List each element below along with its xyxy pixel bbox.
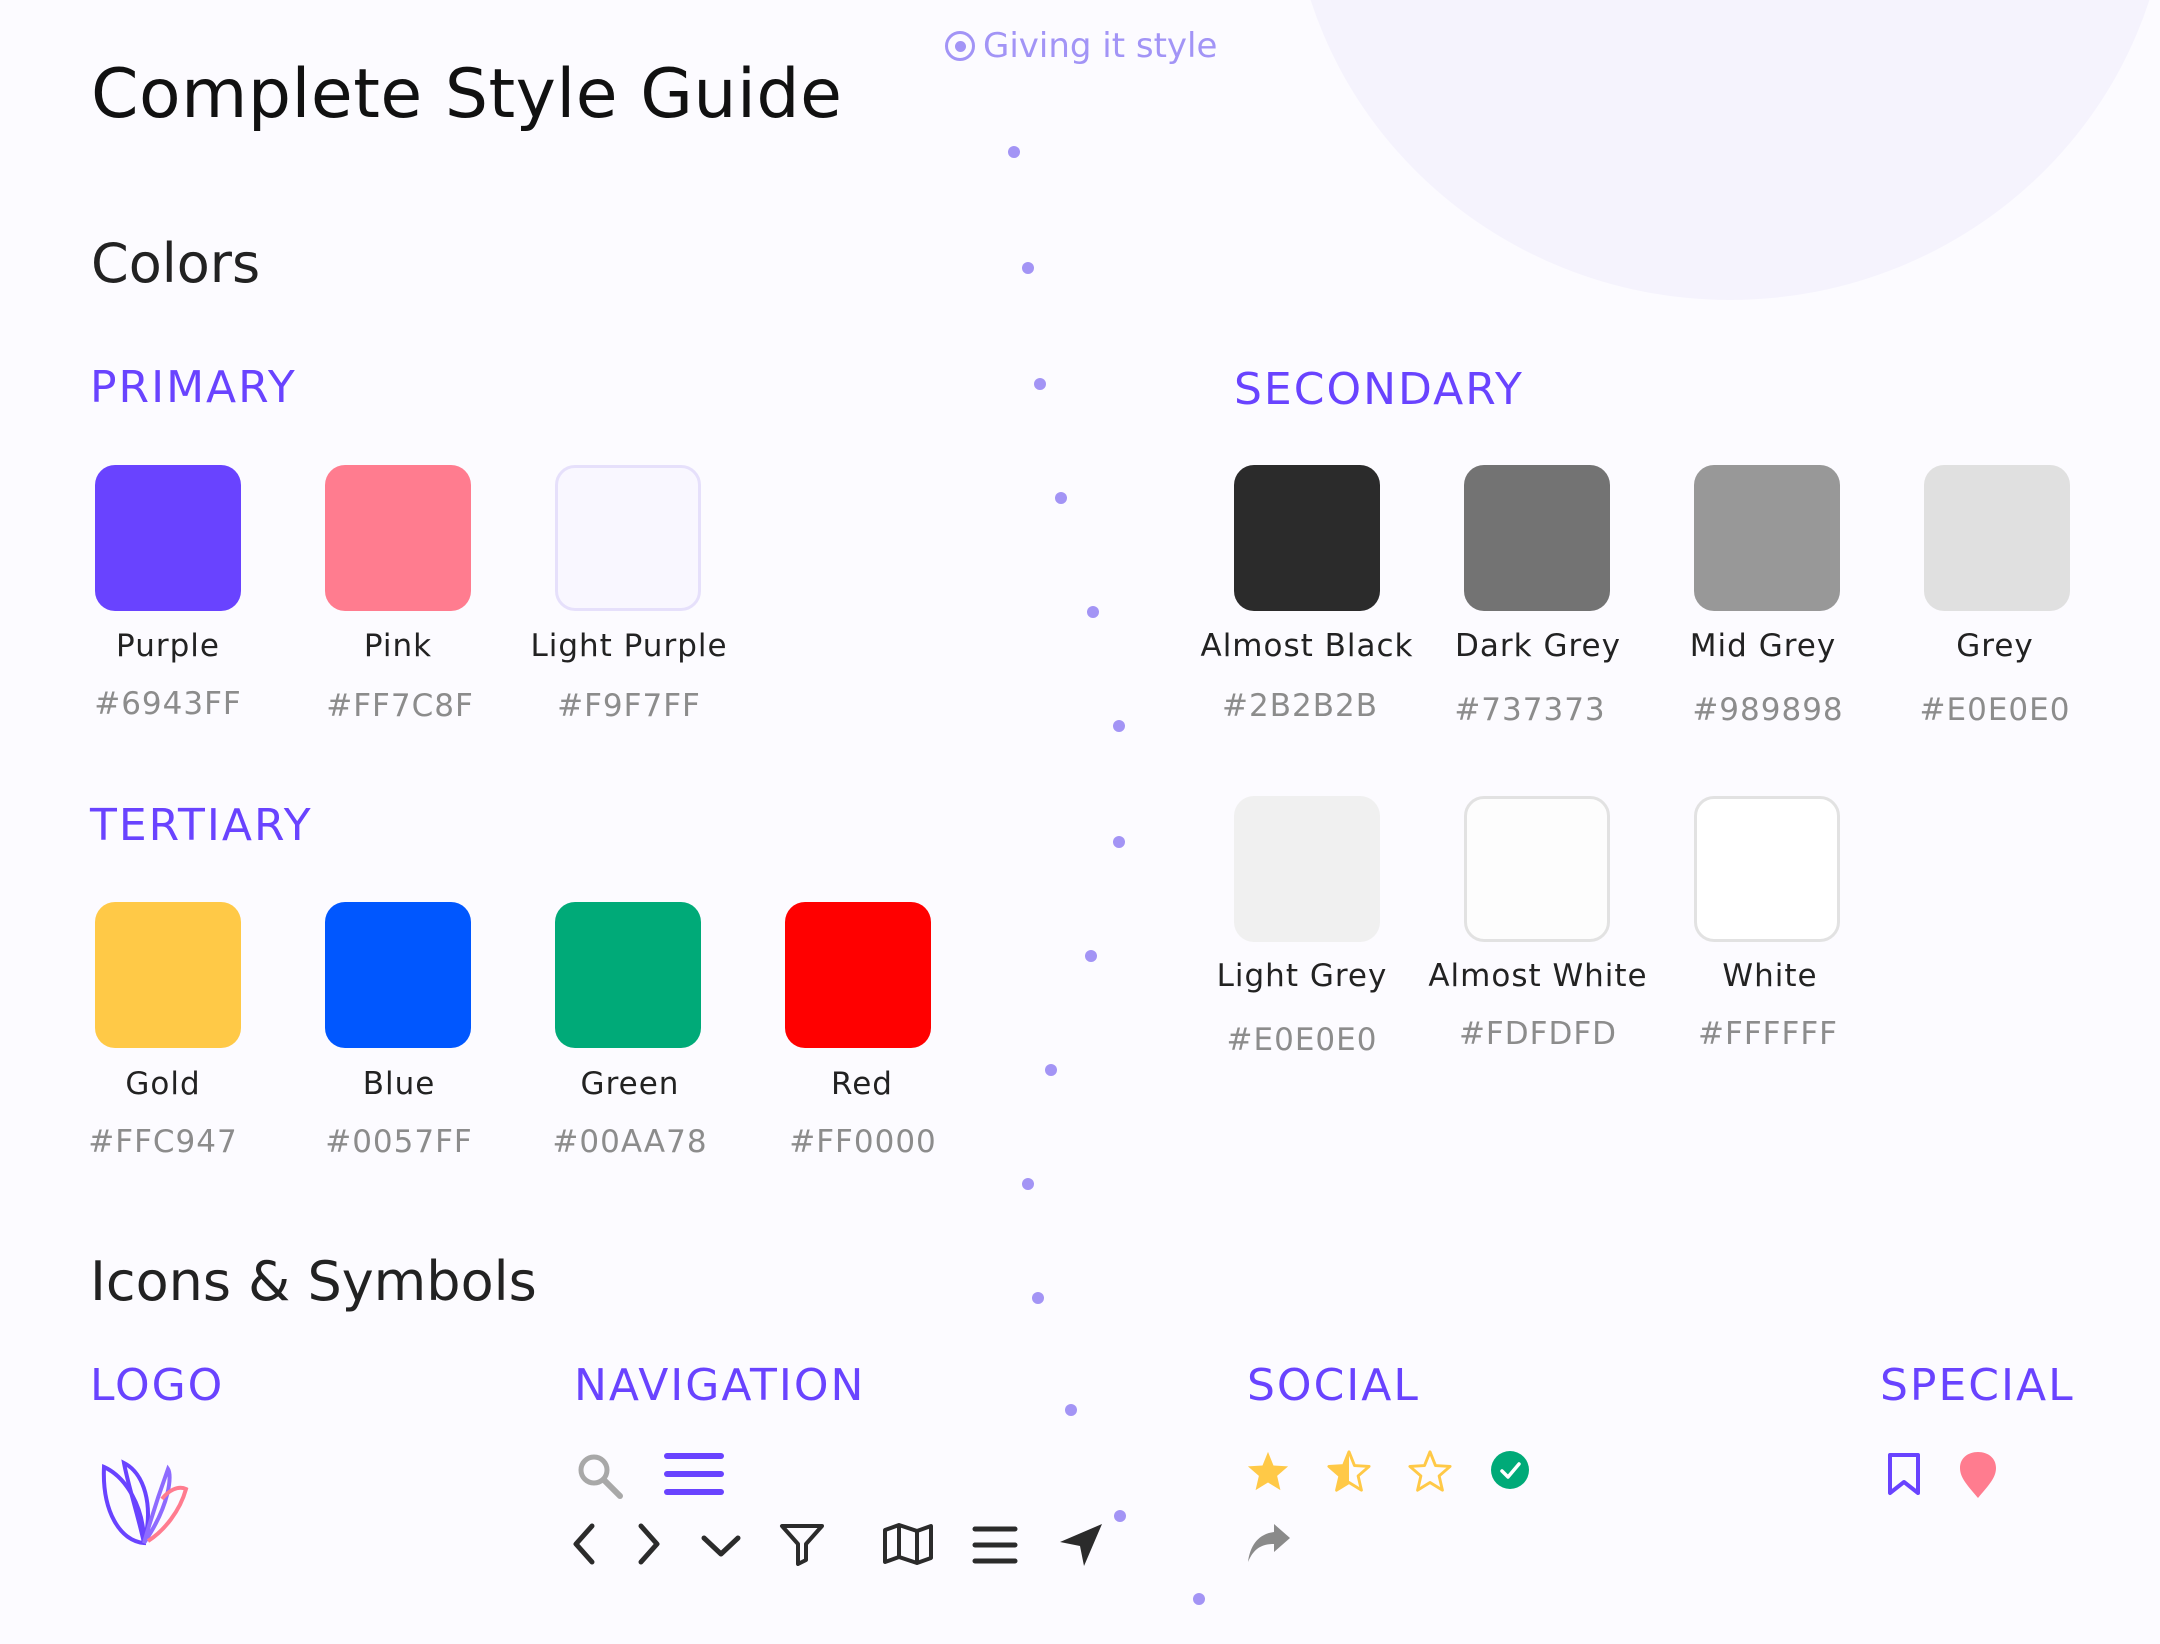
star-filled-icon[interactable] — [1246, 1450, 1290, 1492]
chevron-right-icon[interactable] — [633, 1522, 663, 1566]
timeline-dot — [1087, 606, 1099, 618]
map-icon[interactable] — [882, 1522, 934, 1566]
swatch-hex: #F9F7FF — [557, 688, 701, 724]
swatch-gold — [95, 902, 241, 1048]
swatch-hex: #E0E0E0 — [1919, 692, 2071, 728]
timeline-dot — [1045, 1064, 1057, 1076]
list-icon[interactable] — [972, 1524, 1018, 1566]
swatch-name: Purple — [116, 628, 220, 664]
colors-heading: Colors — [91, 232, 261, 295]
timeline-dot — [1008, 146, 1020, 158]
navigation-heading: NAVIGATION — [574, 1360, 866, 1411]
swatch-name: Red — [831, 1066, 893, 1102]
timeline-dot — [1032, 1292, 1044, 1304]
swatch-hex: #FF0000 — [789, 1124, 937, 1160]
swatch-red — [785, 902, 931, 1048]
navigate-arrow-icon[interactable] — [1056, 1520, 1106, 1570]
swatch-hex: #2B2B2B — [1222, 688, 1378, 724]
location-pin-icon[interactable] — [1958, 1450, 1998, 1500]
chevron-left-icon[interactable] — [570, 1522, 600, 1566]
star-half-icon[interactable] — [1327, 1450, 1371, 1492]
search-icon[interactable] — [576, 1452, 624, 1500]
swatch-name: Mid Grey — [1689, 628, 1837, 664]
swatch-name: Green — [580, 1066, 680, 1102]
swatch-hex: #FDFDFD — [1458, 1016, 1618, 1052]
swatch-name: White — [1722, 958, 1818, 994]
butterfly-logo-icon — [98, 1455, 190, 1547]
tagline-badge: Giving it style — [945, 26, 1217, 66]
timeline-dot — [1113, 836, 1125, 848]
tertiary-heading: TERTIARY — [90, 800, 313, 851]
tagline-text: Giving it style — [983, 26, 1218, 66]
swatch-pink — [325, 465, 471, 611]
swatch-hex: #0057FF — [325, 1124, 473, 1160]
swatch-hex: #737373 — [1454, 692, 1606, 728]
timeline-dot — [1085, 950, 1097, 962]
swatch-hex: #FF7C8F — [326, 688, 474, 724]
swatch-name: Blue — [362, 1066, 436, 1102]
check-circle-icon[interactable] — [1490, 1450, 1530, 1490]
swatch-dark-grey — [1464, 465, 1610, 611]
swatch-hex: #E0E0E0 — [1226, 1022, 1378, 1058]
swatch-name: Almost Black — [1200, 628, 1414, 664]
swatch-name: Grey — [1956, 628, 2034, 664]
swatch-name: Pink — [363, 628, 433, 664]
swatch-hex: #6943FF — [94, 686, 242, 722]
bookmark-icon[interactable] — [1886, 1452, 1922, 1496]
swatch-blue — [325, 902, 471, 1048]
filter-icon[interactable] — [778, 1522, 826, 1566]
chevron-down-icon[interactable] — [700, 1530, 742, 1560]
swatch-name: Gold — [125, 1066, 201, 1102]
timeline-dot — [1022, 1178, 1034, 1190]
swatch-hex: #00AA78 — [552, 1124, 708, 1160]
timeline-dot — [1065, 1404, 1077, 1416]
swatch-purple — [95, 465, 241, 611]
timeline-dot — [1022, 262, 1034, 274]
swatch-hex: #FFFFFF — [1698, 1016, 1838, 1052]
menu-icon[interactable] — [664, 1450, 724, 1498]
primary-heading: PRIMARY — [90, 362, 297, 413]
logo-heading: LOGO — [90, 1360, 225, 1411]
timeline-dot — [1193, 1593, 1205, 1605]
swatch-grey — [1924, 465, 2070, 611]
icons-heading: Icons & Symbols — [90, 1250, 537, 1313]
swatch-hex: #989898 — [1692, 692, 1844, 728]
swatch-name: Almost White — [1428, 958, 1648, 994]
timeline-dot — [1113, 720, 1125, 732]
swatch-white — [1694, 796, 1840, 942]
timeline-dot — [1114, 1510, 1126, 1522]
swatch-almost-white — [1464, 796, 1610, 942]
swatch-name: Light Grey — [1216, 958, 1388, 994]
social-heading: SOCIAL — [1247, 1360, 1420, 1411]
timeline-dot — [1034, 378, 1046, 390]
swatch-hex: #FFC947 — [88, 1124, 238, 1160]
swatch-green — [555, 902, 701, 1048]
swatch-light-purple — [555, 465, 701, 611]
secondary-heading: SECONDARY — [1234, 364, 1524, 415]
star-outline-icon[interactable] — [1408, 1450, 1452, 1492]
swatch-mid-grey — [1694, 465, 1840, 611]
radio-dot-icon — [945, 31, 975, 61]
page-title: Complete Style Guide — [91, 55, 843, 134]
swatch-almost-black — [1234, 465, 1380, 611]
decorative-background-circle — [1290, 0, 2160, 300]
timeline-dot — [1055, 492, 1067, 504]
swatch-name: Dark Grey — [1455, 628, 1621, 664]
share-icon[interactable] — [1244, 1520, 1292, 1566]
special-heading: SPECIAL — [1880, 1360, 2075, 1411]
swatch-light-grey — [1234, 796, 1380, 942]
swatch-name: Light Purple — [530, 628, 728, 664]
